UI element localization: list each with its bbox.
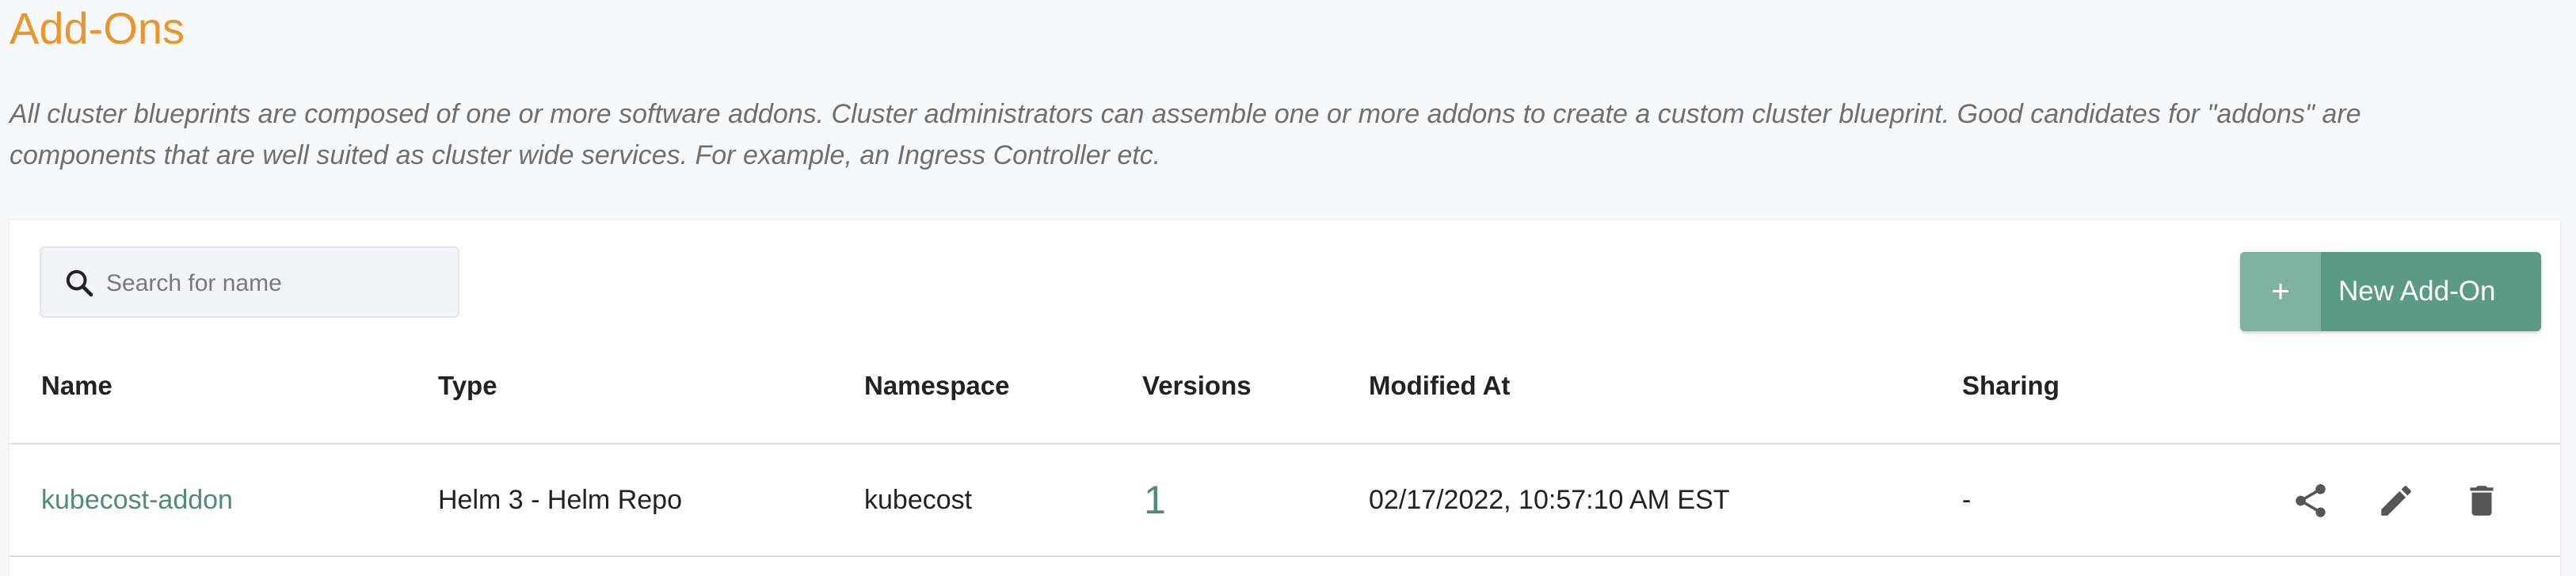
addons-card: + New Add-On Name Type Namespace Version… — [10, 220, 2560, 576]
addon-modified-at: 02/17/2022, 10:57:10 AM EST — [1369, 485, 1730, 515]
column-header-name[interactable]: Name — [41, 359, 112, 413]
plus-icon: + — [2240, 252, 2321, 331]
table-row: kubecost-addon Helm 3 - Helm Repo kubeco… — [10, 444, 2560, 557]
table-header: Name Type Namespace Versions Modified At… — [10, 359, 2560, 444]
column-header-modified-at[interactable]: Modified At — [1369, 359, 1510, 413]
delete-icon[interactable] — [2462, 481, 2502, 521]
column-header-type[interactable]: Type — [438, 359, 497, 413]
addon-versions-link[interactable]: 1 — [1144, 444, 1166, 555]
edit-icon[interactable] — [2376, 481, 2416, 521]
page-title: Add-Ons — [10, 3, 185, 53]
addon-sharing: - — [1962, 485, 1972, 515]
new-addon-label: New Add-On — [2338, 276, 2496, 307]
column-header-sharing[interactable]: Sharing — [1962, 359, 2060, 413]
search-input[interactable] — [105, 259, 440, 308]
new-addon-button[interactable]: + New Add-On — [2240, 252, 2541, 331]
addon-name-link[interactable]: kubecost-addon — [41, 444, 233, 555]
page-description: All cluster blueprints are composed of o… — [10, 99, 2361, 170]
addon-namespace: kubecost — [864, 485, 973, 515]
column-header-versions[interactable]: Versions — [1142, 359, 1252, 413]
share-icon[interactable] — [2291, 481, 2330, 521]
search-icon — [66, 269, 93, 297]
addons-page: Add-Ons All cluster blueprints are compo… — [0, 0, 2576, 576]
search-box[interactable] — [40, 246, 459, 318]
column-header-namespace[interactable]: Namespace — [864, 359, 1009, 413]
addon-type: Helm 3 - Helm Repo — [438, 485, 682, 515]
